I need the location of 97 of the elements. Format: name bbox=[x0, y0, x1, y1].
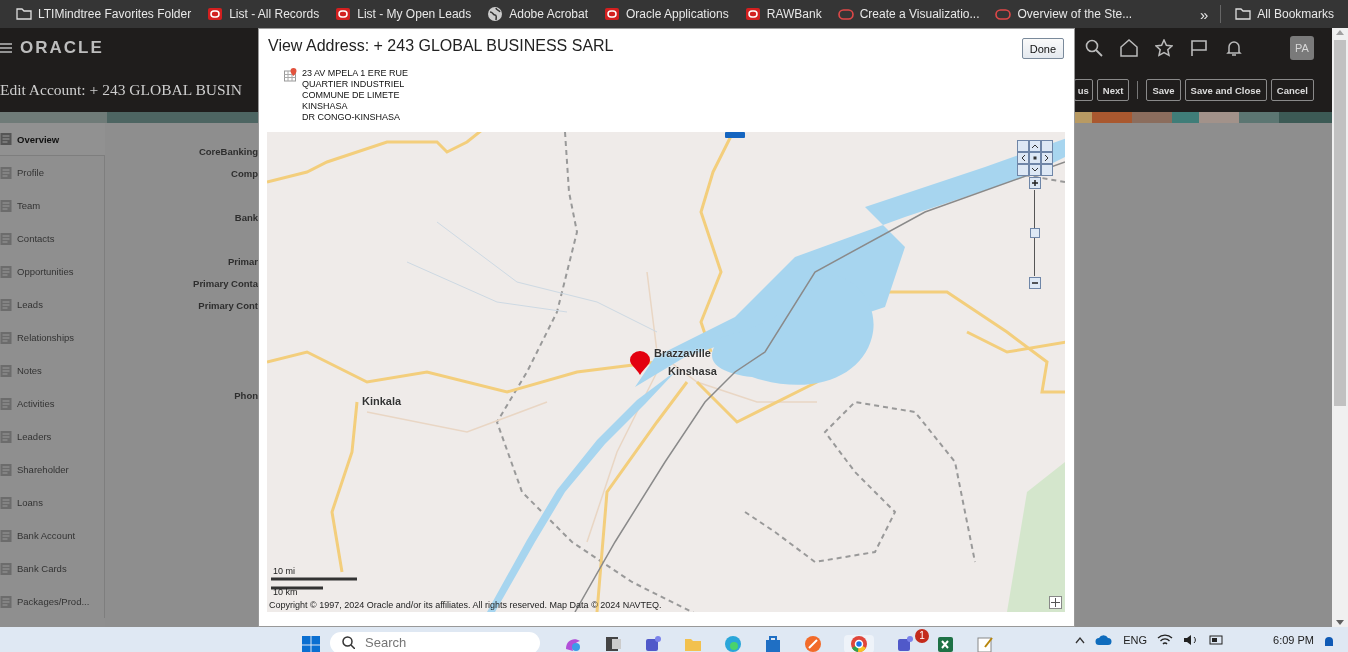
menu-icon[interactable] bbox=[0, 42, 12, 54]
address-line: DR CONGO-KINSHASA bbox=[302, 112, 401, 123]
rounded-rect-icon bbox=[837, 6, 854, 22]
bookmark-link[interactable]: Overview of the Ste... bbox=[1017, 7, 1133, 21]
more-bookmarks-button[interactable]: » bbox=[1199, 5, 1209, 23]
sidebar-label: Notes bbox=[17, 365, 42, 376]
sidebar-label: Activities bbox=[17, 398, 55, 409]
clock-time[interactable]: 6:09 PM bbox=[1273, 633, 1314, 646]
home-icon[interactable] bbox=[1120, 39, 1138, 57]
oracle-logo-icon bbox=[744, 6, 761, 22]
sidebar-label: Loans bbox=[17, 497, 43, 508]
notification-badge: 1 bbox=[915, 628, 929, 643]
notepad-app-icon[interactable] bbox=[976, 634, 994, 652]
copyright-text: Copyright © 1997, 2024 Oracle and/or its affiliates. All rights reserved. Map Data © 2024 NAVTEQ. bbox=[269, 600, 662, 610]
rounded-rect-icon bbox=[995, 6, 1012, 22]
search-box[interactable]: Search bbox=[330, 631, 540, 652]
spreadsheet-app-icon[interactable] bbox=[936, 634, 954, 652]
address-line: 23 AV MPELA 1 ERE RUE bbox=[302, 68, 408, 79]
field-label: Primary Conta bbox=[192, 278, 258, 291]
sidebar-label: Leaders bbox=[17, 431, 52, 442]
bookmark-link[interactable]: List - My Open Leads bbox=[357, 7, 472, 21]
battery-icon[interactable] bbox=[1209, 633, 1226, 646]
bookmark-link[interactable]: List - All Records bbox=[229, 7, 320, 21]
windows-logo-icon[interactable] bbox=[302, 635, 320, 652]
sidebar-label: Packages/Prod... bbox=[17, 596, 90, 607]
flag-icon[interactable] bbox=[1190, 39, 1208, 57]
place-label: Brazzaville bbox=[654, 347, 711, 359]
place-label: Kinshasa bbox=[668, 365, 717, 377]
window-app-icon[interactable] bbox=[604, 634, 622, 652]
action-button[interactable]: Next bbox=[1096, 79, 1130, 101]
action-button[interactable]: Save and Close bbox=[1184, 79, 1267, 101]
bell-icon[interactable] bbox=[1225, 39, 1243, 57]
wifi-icon[interactable] bbox=[1157, 633, 1174, 646]
all-bookmarks-link[interactable]: All Bookmarks bbox=[1257, 7, 1334, 21]
field-label: Primary Cont bbox=[197, 300, 258, 313]
action-button[interactable]: Save bbox=[1146, 79, 1181, 101]
folder-icon bbox=[16, 6, 32, 22]
teams-app-icon[interactable] bbox=[644, 634, 662, 652]
bookmark-link[interactable]: Oracle Applications bbox=[626, 7, 729, 21]
address-line: COMMUNE DE LIMETE bbox=[302, 90, 401, 101]
page-title: Edit Account: + 243 GLOBAL BUSIN bbox=[0, 81, 242, 99]
oracle-logo-icon bbox=[604, 6, 620, 22]
sidebar-label: Shareholder bbox=[17, 464, 69, 475]
document-icon bbox=[0, 132, 12, 146]
place-label: Kinkala bbox=[362, 395, 402, 407]
bookmark-link[interactable]: RAWBank bbox=[766, 7, 822, 21]
field-label: Comp bbox=[230, 168, 258, 181]
sidebar-label: Overview bbox=[17, 133, 60, 145]
slider-thumb[interactable] bbox=[1030, 228, 1040, 238]
address-line: KINSHASA bbox=[302, 101, 349, 112]
search-icon[interactable] bbox=[1085, 39, 1103, 57]
map-pin-icon bbox=[629, 350, 651, 376]
address-line: QUARTIER INDUSTRIEL bbox=[302, 79, 406, 90]
pen-app-icon[interactable] bbox=[804, 634, 822, 652]
store-app-icon[interactable] bbox=[764, 634, 782, 652]
map-marker-icon bbox=[725, 132, 745, 138]
oracle-logo[interactable]: ORACLE bbox=[20, 38, 104, 58]
down-arrow-icon[interactable] bbox=[1336, 617, 1344, 627]
action-button[interactable]: us bbox=[1073, 79, 1093, 101]
pan-control-icon[interactable] bbox=[1017, 140, 1053, 176]
language-indicator[interactable]: ENG bbox=[1123, 633, 1148, 646]
bookmark-link[interactable]: LTIMindtree Favorites Folder bbox=[38, 7, 192, 21]
map-location-icon bbox=[284, 68, 298, 82]
field-label: Bank bbox=[233, 212, 258, 225]
field-label: Primar bbox=[226, 256, 258, 269]
action-button[interactable]: Cancel bbox=[1270, 79, 1314, 101]
field-label: Phon bbox=[233, 390, 258, 403]
search-icon bbox=[342, 636, 355, 649]
sidebar-label: Contacts bbox=[17, 233, 55, 244]
oracle-logo-icon bbox=[335, 6, 352, 22]
cloud-icon[interactable] bbox=[1095, 633, 1114, 646]
globe-icon bbox=[487, 6, 504, 22]
scale-label: 10 mi bbox=[273, 566, 295, 576]
dialog-title: View Address: + 243 GLOBAL BUSINESS SARL bbox=[268, 37, 614, 55]
teams-app-icon[interactable] bbox=[896, 634, 914, 652]
expand-icon[interactable] bbox=[1049, 596, 1062, 609]
chevron-up-icon[interactable] bbox=[1075, 635, 1086, 644]
bookmark-link[interactable]: Create a Visualizatio... bbox=[859, 7, 980, 21]
sidebar-label: Bank Cards bbox=[17, 563, 67, 574]
sidebar-label: Team bbox=[17, 200, 41, 211]
zoom-in-button[interactable] bbox=[1029, 177, 1041, 189]
done-button[interactable]: Done bbox=[1021, 38, 1064, 59]
chrome-app-icon[interactable] bbox=[850, 634, 868, 652]
folder-icon bbox=[1235, 6, 1252, 22]
sidebar-label: Opportunities bbox=[17, 266, 74, 277]
scrollbar[interactable] bbox=[1334, 28, 1346, 627]
field-label: CoreBanking bbox=[197, 146, 258, 159]
bookmark-link[interactable]: Adobe Acrobat bbox=[509, 7, 588, 21]
scale-label: 10 km bbox=[273, 587, 298, 597]
zoom-out-button[interactable] bbox=[1029, 277, 1041, 289]
sidebar-label: Leads bbox=[17, 299, 43, 310]
search-input[interactable]: Search bbox=[363, 634, 487, 651]
star-icon[interactable] bbox=[1155, 39, 1173, 57]
sidebar-label: Bank Account bbox=[17, 530, 76, 541]
sidebar-label: Relationships bbox=[17, 332, 75, 343]
sidebar-label: Profile bbox=[17, 167, 44, 178]
oracle-logo-icon bbox=[207, 6, 224, 22]
